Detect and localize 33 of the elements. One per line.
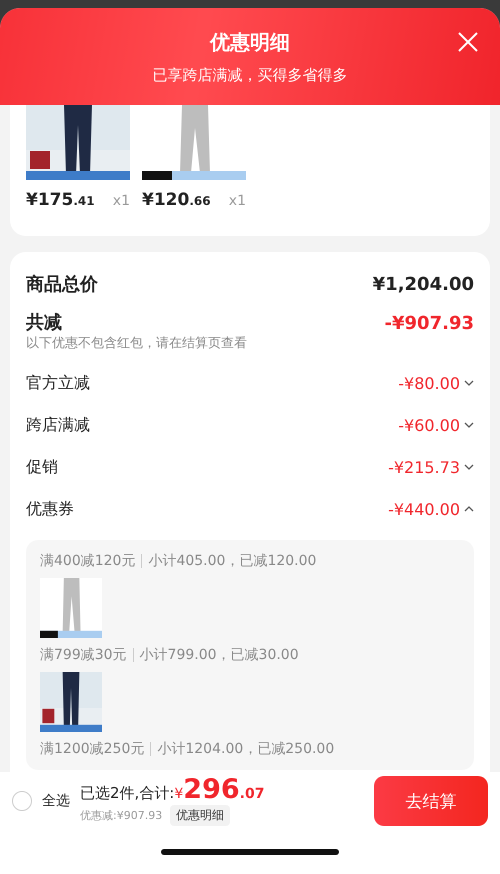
discount-value: -¥907.93 xyxy=(384,313,474,334)
product-price: ¥175.41 xyxy=(26,190,95,210)
total-value: ¥1,204.00 xyxy=(372,274,474,294)
discount-detail-button[interactable]: 优惠明细 xyxy=(170,805,230,826)
selected-count: 已选2件,合计: xyxy=(80,784,174,803)
chevron-up-icon xyxy=(464,506,474,512)
close-icon[interactable] xyxy=(458,32,478,52)
discount-note: 以下优惠不包含红包，请在结算页查看 xyxy=(26,335,248,352)
select-all-radio[interactable] xyxy=(12,791,32,811)
discount-row[interactable]: 促销 -¥215.73 xyxy=(26,446,474,488)
product-quantity: x1 xyxy=(112,193,130,209)
coupon-subtotal: 小计1204.00，已减250.00 xyxy=(157,740,334,758)
chevron-down-icon xyxy=(464,380,474,386)
select-all-label[interactable]: 全选 xyxy=(42,792,70,810)
product-price: ¥120.66 xyxy=(142,190,211,210)
discount-row[interactable]: 优惠券 -¥440.00 xyxy=(26,488,474,530)
coupon-rule: 满400减120元 xyxy=(40,552,136,570)
coupon-subtotal: 小计405.00，已减120.00 xyxy=(148,552,316,570)
coupon-subtotal: 小计799.00，已减30.00 xyxy=(140,646,299,664)
chevron-down-icon xyxy=(464,464,474,470)
total-label: 商品总价 xyxy=(26,273,98,296)
discount-row[interactable]: 跨店满减 -¥60.00 xyxy=(26,404,474,446)
chevron-down-icon xyxy=(464,422,474,428)
sheet-title: 优惠明细 xyxy=(210,28,290,56)
total-amount: ¥296.07 xyxy=(174,776,264,803)
saved-amount: 优惠减:¥907.93 xyxy=(80,808,162,823)
product-quantity: x1 xyxy=(228,193,246,209)
checkout-button[interactable]: 去结算 xyxy=(374,776,488,826)
coupon-rule: 满1200减250元 xyxy=(40,740,144,758)
discount-label: 共减 xyxy=(26,311,62,334)
coupon-rule: 满799减30元 xyxy=(40,646,127,664)
discount-row[interactable]: 官方立减 -¥80.00 xyxy=(26,362,474,404)
sheet-subtitle: 已享跨店满减，买得多省得多 xyxy=(152,66,348,84)
